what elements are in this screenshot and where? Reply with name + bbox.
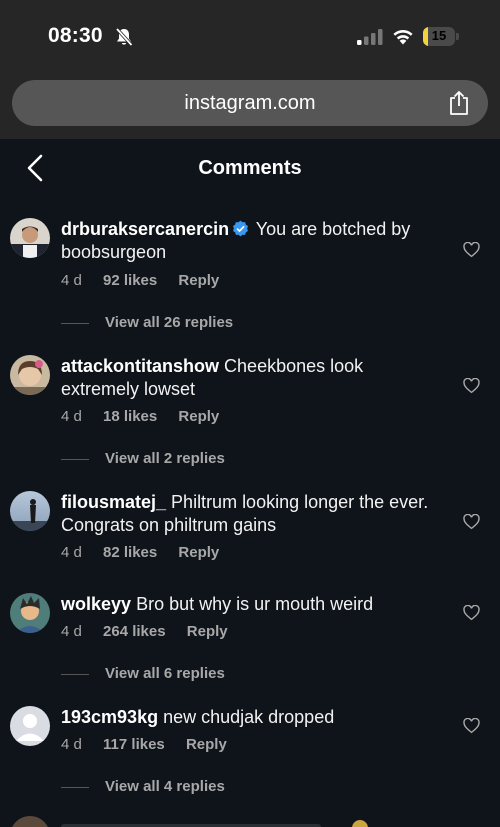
battery-level: 15 [431,28,447,43]
view-replies-label[interactable]: View all 4 replies [105,778,225,795]
bell-slash-icon [115,27,133,47]
avatar[interactable] [10,706,50,746]
comment-meta: 4 d 264 likes Reply [61,623,245,640]
comment-username[interactable]: attackontitanshow [61,356,219,376]
avatar[interactable] [10,593,50,633]
signal-strength-icon [357,29,383,45]
partial-comment-shapes [12,816,368,827]
avatar[interactable] [10,355,50,395]
comments-header: Comments [0,139,500,197]
comment-time: 4 d [61,623,82,640]
comment-likes[interactable]: 18 likes [103,408,157,425]
heart-outline-icon[interactable] [463,718,480,734]
comment-time: 4 d [61,736,82,753]
reply-button[interactable]: Reply [178,272,219,289]
comment-time: 4 d [61,272,82,289]
battery-indicator: 15 [423,27,455,46]
comment-likes[interactable]: 82 likes [103,544,157,561]
view-replies-button[interactable]: View all 6 replies [61,665,225,682]
heart-outline-icon[interactable] [463,242,480,258]
comment-body: Bro but why is ur mouth weird [136,594,374,614]
view-replies-button[interactable]: View all 2 replies [61,450,225,467]
comment-text: drburaksercanercin You are botched by bo… [61,218,441,264]
heart-outline-icon[interactable] [463,514,480,530]
comment-username[interactable]: filousmatej_ [61,492,166,512]
view-replies-label[interactable]: View all 26 replies [105,314,233,331]
view-replies-label[interactable]: View all 2 replies [105,450,225,467]
comment-text: filousmatej_ Philtrum looking longer the… [61,491,441,537]
next-comment-partial [0,815,500,827]
comment-text: attackontitanshow Cheekbones look extrem… [61,355,441,401]
comment-meta: 4 d 18 likes Reply [61,408,236,425]
comment-body: new chudjak dropped [163,707,335,727]
replies-divider [61,322,89,324]
wifi-icon [393,30,413,45]
battery-tip [456,33,459,40]
comment-time: 4 d [61,544,82,561]
reply-button[interactable]: Reply [178,544,219,561]
heart-outline-icon[interactable] [463,378,480,394]
status-time: 08:30 [48,24,103,47]
comment-time: 4 d [61,408,82,425]
reply-button[interactable]: Reply [187,623,228,640]
comment-meta: 4 d 92 likes Reply [61,272,236,289]
comment-meta: 4 d 82 likes Reply [61,544,236,561]
avatar[interactable] [10,218,50,258]
url-text[interactable]: instagram.com [12,92,488,115]
view-replies-button[interactable]: View all 4 replies [61,778,225,795]
reply-button[interactable]: Reply [178,408,219,425]
comment-username[interactable]: 193cm93kg [61,707,158,727]
heart-outline-icon[interactable] [463,605,480,621]
comment-username[interactable]: wolkeyy [61,594,131,614]
share-icon[interactable] [448,90,470,116]
browser-chrome: instagram.com [0,75,500,139]
comment-likes[interactable]: 92 likes [103,272,157,289]
status-bar: 08:30 15 [0,0,500,75]
comment-text: 193cm93kg new chudjak dropped [61,706,441,729]
comment-text: wolkeyy Bro but why is ur mouth weird [61,593,441,616]
replies-divider [61,458,89,460]
address-bar[interactable]: instagram.com [12,80,488,126]
comment-likes[interactable]: 117 likes [103,736,165,753]
avatar[interactable] [10,491,50,531]
replies-divider [61,786,89,788]
view-replies-label[interactable]: View all 6 replies [105,665,225,682]
page-title: Comments [198,157,302,179]
replies-divider [61,673,89,675]
comment-likes[interactable]: 264 likes [103,623,166,640]
verified-badge-icon [233,220,249,237]
reply-button[interactable]: Reply [186,736,227,753]
view-replies-button[interactable]: View all 26 replies [61,314,233,331]
comment-meta: 4 d 117 likes Reply [61,736,244,753]
comment-username[interactable]: drburaksercanercin [61,219,229,239]
